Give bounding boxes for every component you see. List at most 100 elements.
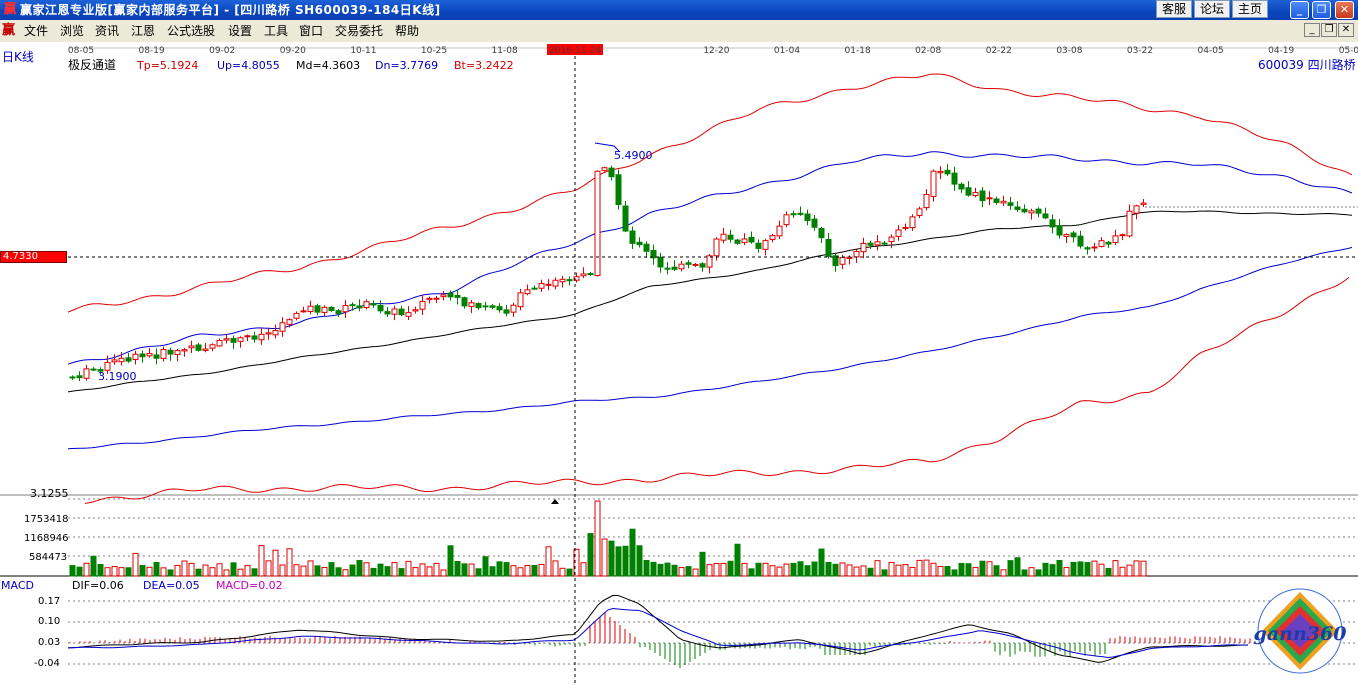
- candle-body: [881, 242, 888, 245]
- volume-bar: [769, 565, 776, 577]
- candle-body: [636, 241, 643, 246]
- candle-body: [580, 273, 587, 277]
- candle-body: [293, 312, 300, 319]
- candle-body: [216, 339, 223, 347]
- volume-bar: [692, 568, 699, 577]
- volume-bar: [1049, 564, 1056, 577]
- volume-bar: [188, 562, 195, 577]
- minimize-button[interactable]: _: [1290, 1, 1309, 19]
- volume-bar: [993, 565, 1000, 577]
- volume-bar: [1105, 567, 1112, 577]
- candle-body: [811, 218, 818, 228]
- volume-bar: [279, 564, 286, 577]
- homepage-button[interactable]: 主页: [1232, 0, 1268, 18]
- candle-body: [181, 349, 188, 352]
- volume-bar: [216, 563, 223, 577]
- volume-bar: [90, 555, 97, 577]
- candle-body: [1014, 206, 1021, 210]
- volume-bar: [1133, 560, 1140, 577]
- candle-body: [153, 354, 160, 359]
- date-tick-label: 2016-11-24: [549, 46, 602, 56]
- volume-bar: [524, 564, 531, 577]
- volume-bar: [699, 551, 706, 577]
- volume-bar: [300, 565, 307, 577]
- volume-bar: [895, 564, 902, 577]
- volume-bar: [881, 569, 888, 577]
- candle-body: [874, 241, 881, 246]
- candle-body: [769, 235, 776, 240]
- close-button[interactable]: ✕: [1335, 1, 1354, 19]
- candle-body: [377, 304, 384, 312]
- candle-body: [937, 170, 944, 174]
- menu-window[interactable]: 窗口: [299, 24, 323, 38]
- candle-body: [951, 172, 958, 185]
- volume-bar: [804, 565, 811, 577]
- date-tick-label: 08-05: [68, 46, 94, 56]
- candle-body: [699, 263, 706, 268]
- volume-bar: [160, 567, 167, 577]
- date-tick-label: 03-08: [1056, 46, 1082, 56]
- candle-body: [419, 300, 426, 310]
- candle-body: [398, 308, 405, 316]
- candle-body: [265, 332, 272, 335]
- volume-bar: [440, 569, 447, 577]
- volume-bar: [713, 562, 720, 577]
- candle-body: [69, 376, 76, 379]
- candle-body: [1112, 235, 1119, 243]
- volume-bar: [468, 563, 475, 577]
- app-icon: 赢: [3, 2, 17, 17]
- candle-body: [251, 335, 258, 340]
- menu-tools[interactable]: 工具: [264, 24, 288, 38]
- volume-bar: [909, 566, 916, 577]
- menu-trade[interactable]: 交易委托: [335, 24, 383, 38]
- volume-bar: [986, 561, 993, 577]
- channel-middle-black: [67, 210, 1353, 393]
- customer-service-button[interactable]: 客服: [1156, 0, 1192, 18]
- volume-bar: [839, 562, 846, 577]
- kline-chart[interactable]: 08-0508-1909-0209-2010-1110-2511-0812-06…: [0, 42, 1358, 686]
- volume-bar: [405, 560, 412, 577]
- menu-file[interactable]: 文件: [24, 24, 48, 38]
- candle-body: [923, 193, 930, 209]
- candle-body: [1056, 225, 1063, 236]
- volume-bar: [195, 568, 202, 577]
- candle-body: [664, 267, 671, 270]
- volume-bar: [342, 569, 349, 577]
- restore-button[interactable]: ❐: [1312, 1, 1331, 19]
- volume-bar: [636, 545, 643, 577]
- current-bar-marker: [551, 499, 559, 504]
- menu-formula-screen[interactable]: 公式选股: [167, 24, 215, 38]
- volume-bar: [384, 566, 391, 577]
- volume-bar: [146, 566, 153, 577]
- volume-bar: [258, 545, 265, 577]
- mdi-minimize-button[interactable]: _: [1304, 23, 1320, 37]
- candle-body: [601, 167, 608, 171]
- volume-bar: [979, 560, 986, 577]
- candle-body: [678, 263, 685, 270]
- menu-settings[interactable]: 设置: [228, 24, 252, 38]
- mdi-restore-button[interactable]: ❐: [1321, 23, 1337, 37]
- mdi-close-button[interactable]: ✕: [1338, 23, 1354, 37]
- volume-bar: [153, 562, 160, 577]
- candle-body: [118, 357, 125, 363]
- tp-value: Tp=5.1924: [137, 59, 199, 72]
- volume-bar: [734, 543, 741, 577]
- menu-info[interactable]: 资讯: [95, 24, 119, 38]
- volume-bar: [783, 563, 790, 577]
- menu-browse[interactable]: 浏览: [60, 24, 84, 38]
- kline-chart-area[interactable]: 08-0508-1909-0209-2010-1110-2511-0812-06…: [0, 42, 1358, 686]
- volume-bar: [356, 560, 363, 577]
- menu-gann[interactable]: 江恩: [131, 24, 155, 38]
- menu-help[interactable]: 帮助: [395, 24, 419, 38]
- candle-body: [552, 279, 559, 287]
- volume-bar: [762, 562, 769, 577]
- candle-body: [125, 357, 132, 362]
- candle-body: [867, 242, 874, 246]
- candle-body: [111, 359, 118, 363]
- date-tick-label: 04-19: [1268, 46, 1294, 56]
- date-tick-label: 05-03: [1339, 46, 1358, 56]
- candle-body: [559, 278, 566, 283]
- forum-button[interactable]: 论坛: [1194, 0, 1230, 18]
- volume-bar: [517, 567, 524, 577]
- candle-body: [258, 333, 265, 341]
